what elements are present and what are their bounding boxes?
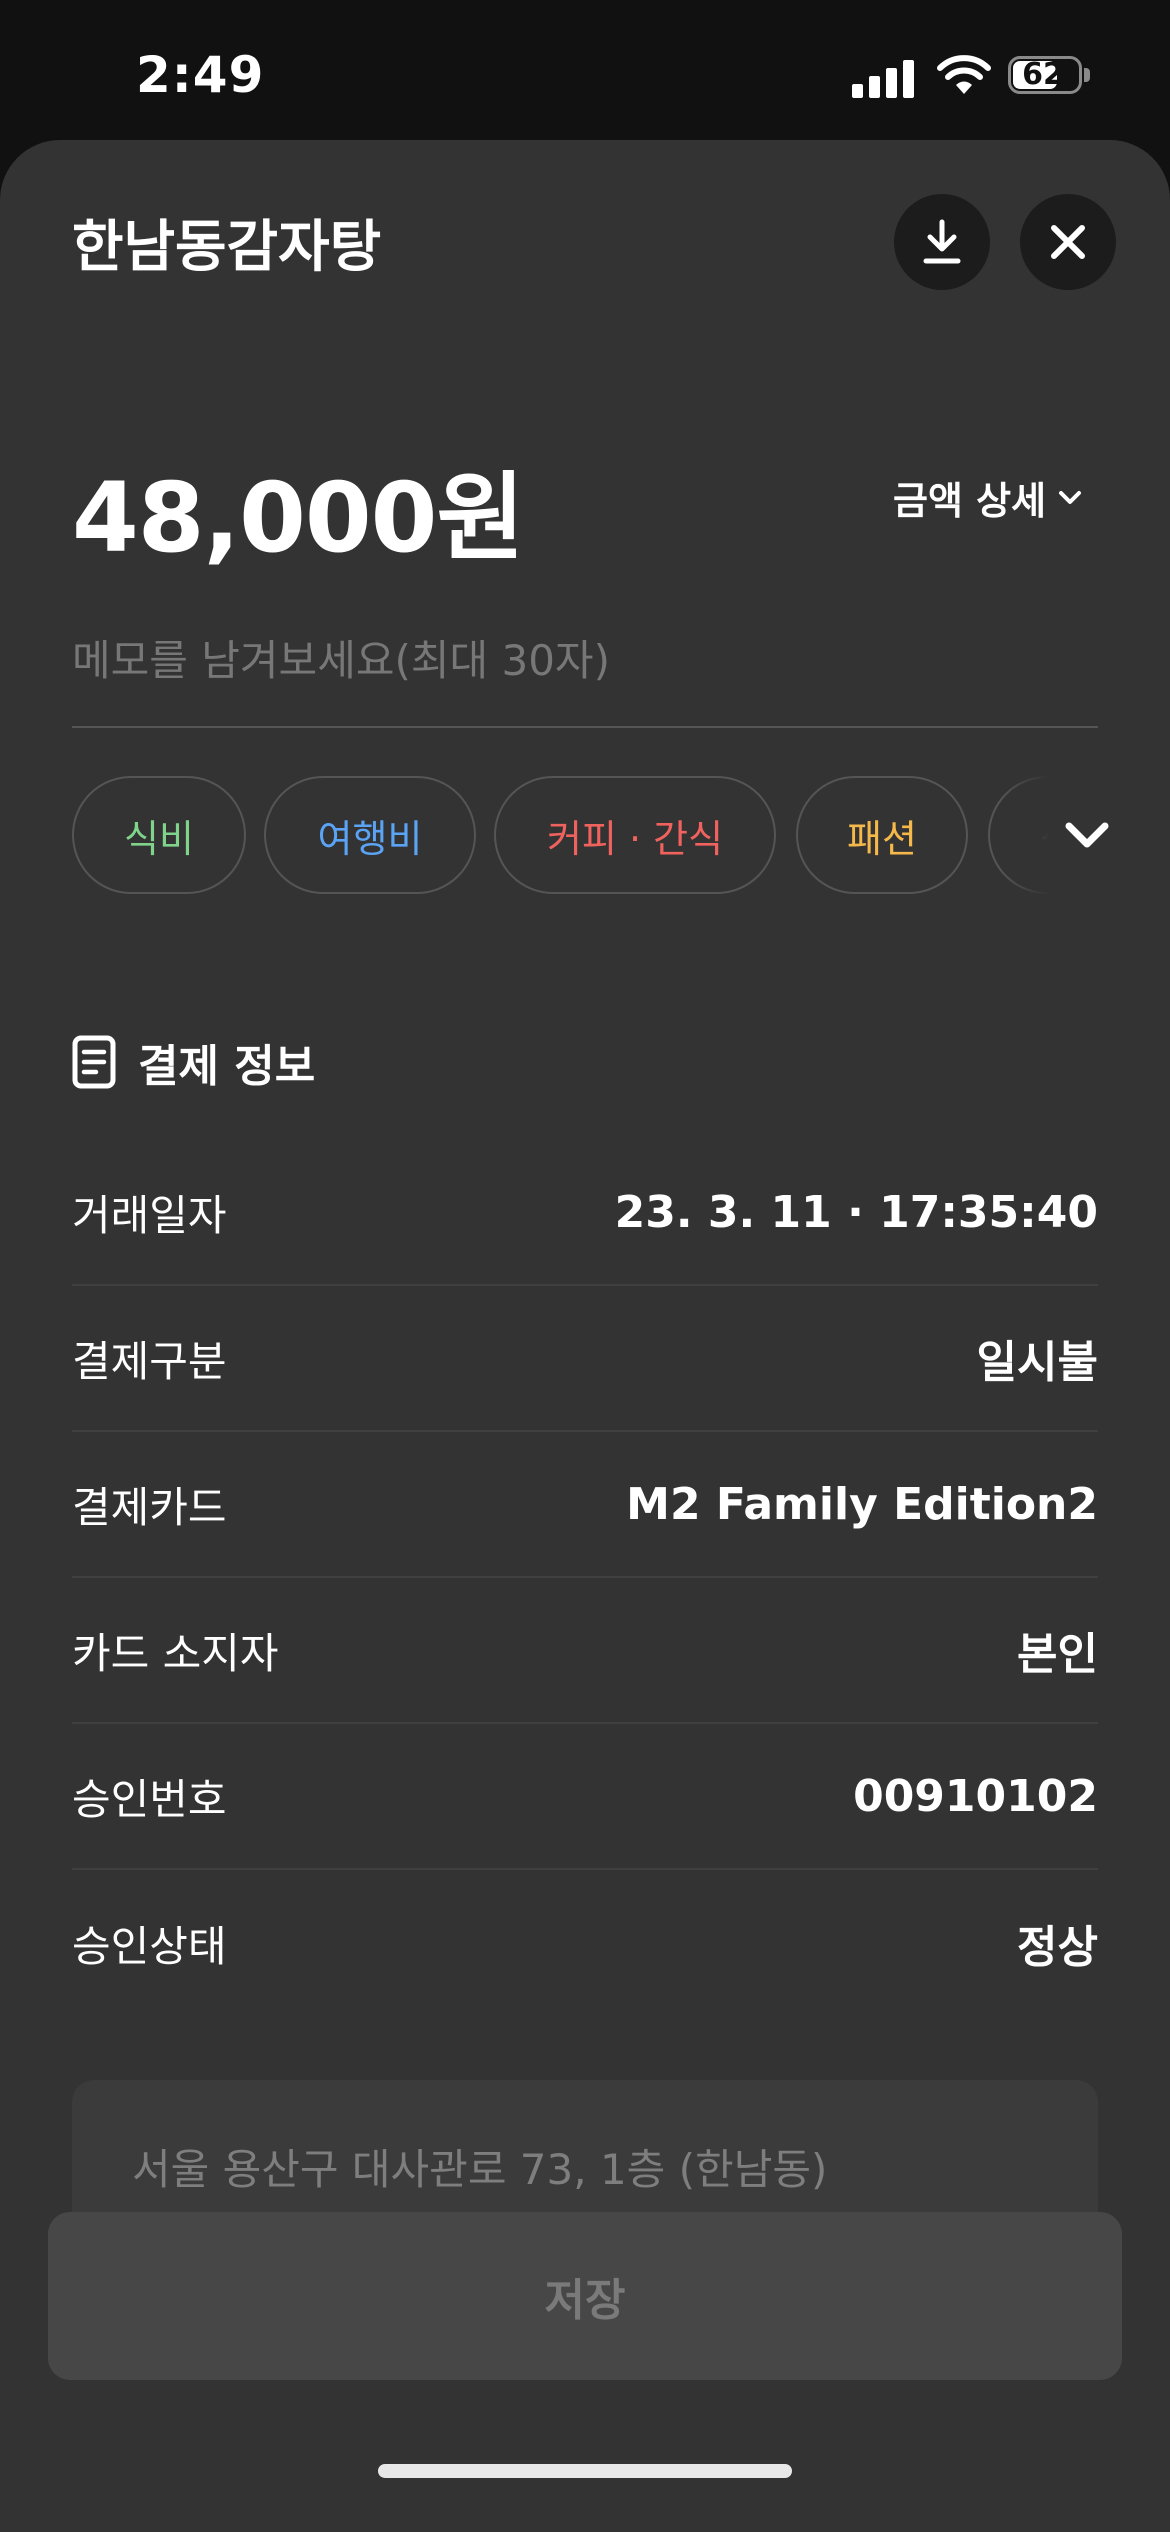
- category-chip-food[interactable]: 식비: [72, 776, 246, 894]
- category-chip-label: 커피 · 간식: [546, 816, 724, 861]
- info-row-value: 본인: [1017, 1629, 1098, 1680]
- status-bar: 2:49 62: [0, 0, 1170, 140]
- download-button[interactable]: [894, 194, 990, 290]
- info-row-label: 거래일자: [72, 1190, 227, 1240]
- amount-detail-button[interactable]: 금액 상세: [893, 470, 1082, 525]
- info-row-approval-number: 승인번호 00910102: [72, 1724, 1098, 1870]
- close-button[interactable]: [1020, 194, 1116, 290]
- payment-info-list: 거래일자 23. 3. 11 · 17:35:40 결제구분 일시불 결제카드 …: [72, 1140, 1098, 2016]
- battery-icon: 62: [1008, 56, 1082, 94]
- amount-detail-label: 금액 상세: [893, 479, 1047, 523]
- info-row-value: 00910102: [853, 1770, 1098, 1822]
- info-row-transaction-date: 거래일자 23. 3. 11 · 17:35:40: [72, 1140, 1098, 1286]
- signal-icon: [852, 58, 916, 98]
- memo-input[interactable]: [72, 636, 1098, 685]
- info-row-label: 승인상태: [72, 1921, 227, 1971]
- category-chip-label: 식비: [124, 816, 194, 861]
- transaction-detail-sheet: 한남동감자탕 48,000원 금액 상세 식비 여행비 커피 · 간식 패션: [0, 140, 1170, 2532]
- info-row-label: 승인번호: [72, 1774, 227, 1824]
- category-chip-label: 여행비: [317, 816, 423, 861]
- battery-level: 62: [1022, 57, 1064, 92]
- home-indicator: [378, 2464, 792, 2478]
- expand-categories-button[interactable]: [1000, 776, 1110, 896]
- category-chip-coffee-snack[interactable]: 커피 · 간식: [494, 776, 776, 894]
- info-row-label: 카드 소지자: [72, 1628, 279, 1678]
- info-row-label: 결제카드: [72, 1482, 227, 1532]
- payment-info-header: 결제 정보: [72, 1030, 315, 1094]
- status-time: 2:49: [136, 46, 265, 104]
- download-icon: [923, 219, 961, 264]
- info-row-value: 정상: [1017, 1922, 1098, 1973]
- merchant-address: 서울 용산구 대사관로 73, 1층 (한남동): [132, 2145, 828, 2194]
- category-chip-fashion[interactable]: 패션: [796, 776, 968, 894]
- close-icon: [1051, 225, 1085, 259]
- merchant-title: 한남동감자탕: [72, 215, 382, 280]
- info-row-approval-status: 승인상태 정상: [72, 1870, 1098, 2016]
- info-row-payment-type: 결제구분 일시불: [72, 1286, 1098, 1432]
- amount-value: 48,000원: [72, 462, 525, 574]
- category-chip-travel[interactable]: 여행비: [264, 776, 476, 894]
- category-chip-label: 패션: [847, 816, 917, 861]
- info-row-value: M2 Family Edition2: [626, 1478, 1098, 1530]
- info-row-payment-card: 결제카드 M2 Family Edition2: [72, 1432, 1098, 1578]
- save-button[interactable]: 저장: [48, 2212, 1122, 2380]
- info-row-value: 23. 3. 11 · 17:35:40: [614, 1186, 1098, 1238]
- chevron-down-icon: [1059, 490, 1082, 504]
- receipt-icon: [72, 1035, 116, 1089]
- info-row-label: 결제구분: [72, 1336, 227, 1386]
- chevron-down-icon: [1065, 822, 1109, 848]
- info-row-value: 일시불: [976, 1337, 1098, 1388]
- info-row-card-holder: 카드 소지자 본인: [72, 1578, 1098, 1724]
- battery-tip: [1084, 68, 1090, 82]
- category-chips: 식비 여행비 커피 · 간식 패션 생: [72, 776, 1098, 896]
- save-button-label: 저장: [544, 2275, 626, 2326]
- payment-info-title: 결제 정보: [138, 1041, 316, 1092]
- memo-field-container: [72, 624, 1098, 728]
- wifi-icon: [937, 55, 991, 94]
